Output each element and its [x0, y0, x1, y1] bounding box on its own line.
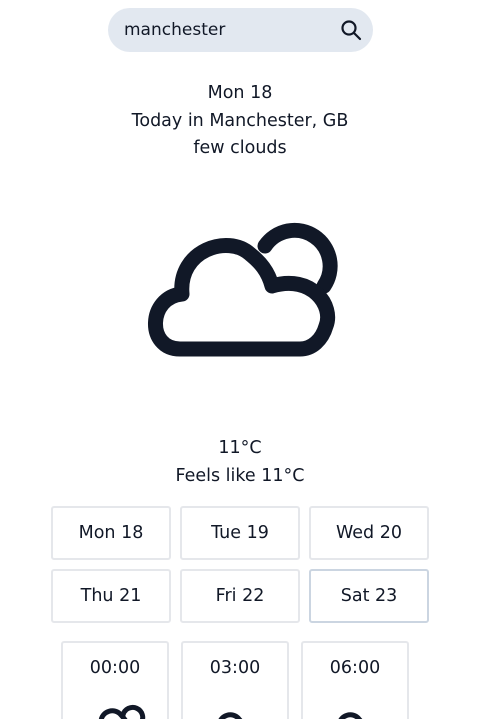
feels-like: Feels like 11°C: [175, 466, 305, 486]
cloud-moon-icon: [148, 222, 338, 357]
hourly-card[interactable]: 03:00: [181, 641, 289, 719]
current-temperature: 11°C: [218, 438, 262, 458]
day-button-wed[interactable]: Wed 20: [309, 506, 429, 560]
day-button-sat[interactable]: Sat 23: [309, 569, 429, 623]
day-button-mon[interactable]: Mon 18: [51, 506, 171, 560]
day-button-thu[interactable]: Thu 21: [51, 569, 171, 623]
current-weather-info: Mon 18 Today in Manchester, GB few cloud…: [0, 80, 480, 163]
hourly-card[interactable]: 06:00: [301, 641, 409, 719]
hour-time: 00:00: [89, 658, 141, 678]
cloud-moon-icon: [98, 704, 146, 719]
hour-time: 03:00: [209, 658, 261, 678]
hourly-card[interactable]: 00:00: [61, 641, 169, 719]
search-icon[interactable]: [339, 18, 363, 42]
current-location: Today in Manchester, GB: [131, 110, 349, 131]
weather-description: few clouds: [193, 138, 287, 158]
search-input[interactable]: [108, 8, 318, 52]
cloud-icon: [338, 712, 363, 719]
day-button-fri[interactable]: Fri 22: [180, 569, 300, 623]
temperature-block: 11°C Feels like 11°C: [0, 434, 480, 490]
cloud-icon: [218, 712, 243, 719]
weather-app: Mon 18 Today in Manchester, GB few cloud…: [0, 0, 480, 719]
current-date: Mon 18: [207, 83, 273, 103]
search-bar: [108, 8, 373, 52]
hour-time: 06:00: [329, 658, 381, 678]
day-button-tue[interactable]: Tue 19: [180, 506, 300, 560]
